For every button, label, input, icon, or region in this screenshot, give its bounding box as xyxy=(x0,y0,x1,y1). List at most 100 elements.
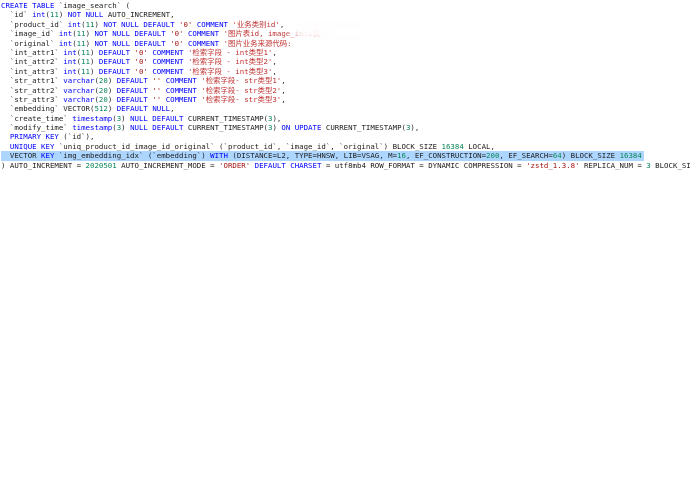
code-token: 20 xyxy=(98,85,108,95)
code-token: BLOCK_SIZE = xyxy=(655,160,690,170)
code-token: '检索字段- str类型2' xyxy=(201,85,282,95)
code-token: `modify_time` xyxy=(1,123,73,133)
line-text: `create_time` timestamp(3) NULL DEFAULT … xyxy=(1,114,690,123)
code-token: int xyxy=(63,66,77,76)
code-token: 11 xyxy=(76,38,86,48)
code-token: `original` xyxy=(1,38,59,48)
code-token: CURRENT_TIMESTAMP( xyxy=(321,123,406,133)
code-token: , xyxy=(272,47,277,57)
code-token: int xyxy=(67,19,82,29)
code-token: DEFAULT xyxy=(116,76,148,86)
code-token: 11 xyxy=(81,66,91,76)
sql-editor[interactable]: CREATE TABLE `image_search` ( `id` int(1… xyxy=(0,0,690,477)
code-line-6[interactable]: `int_attr1` int(11) DEFAULT '0' COMMENT … xyxy=(1,48,690,57)
code-line-8[interactable]: `int_attr3` int(11) DEFAULT '0' COMMENT … xyxy=(1,67,690,76)
line-text: `str_attr2` varchar(20) DEFAULT '' COMME… xyxy=(1,86,690,95)
code-token: COMMENT xyxy=(196,19,228,29)
code-token: int xyxy=(32,10,46,20)
code-token: DEFAULT xyxy=(116,85,148,95)
line-text: `str_attr1` varchar(20) DEFAULT '' COMME… xyxy=(1,76,690,85)
line-text: `id` int(11) NOT NULL AUTO_INCREMENT, xyxy=(1,10,690,19)
code-token: , EF_CONSTRUCTION= xyxy=(405,151,487,161)
code-token: 11 xyxy=(76,29,86,39)
code-token: '业务类别id' xyxy=(232,19,280,29)
code-token: COMMENT xyxy=(165,94,197,104)
code-line-12[interactable]: `embedding` VECTOR(512) DEFAULT NULL, xyxy=(1,104,690,113)
code-token: `str_attr3` xyxy=(1,94,64,104)
code-token: '检索字段 - int类型3' xyxy=(187,66,273,76)
code-token: ) xyxy=(90,47,99,57)
code-token: (DISTANCE=L2, TYPE=HNSW, LIB=VSAG, M= xyxy=(227,151,398,161)
code-token: `id` xyxy=(1,10,33,20)
code-token: 2020501 xyxy=(85,160,117,170)
code-line-16[interactable]: UNIQUE KEY `uniq_product_id_image_id_ori… xyxy=(1,142,690,151)
code-token: `str_attr2` xyxy=(1,85,64,95)
code-token: `str_attr1` xyxy=(1,76,64,86)
code-line-15[interactable]: PRIMARY KEY (`id`), xyxy=(1,132,690,141)
code-line-10[interactable]: `str_attr2` varchar(20) DEFAULT '' COMME… xyxy=(1,86,690,95)
redaction-blur xyxy=(282,25,457,37)
code-token: timestamp xyxy=(72,113,113,123)
code-token: DEFAULT xyxy=(98,47,131,57)
code-token: `image_search` ( xyxy=(54,1,131,10)
code-token: , EF_SEARCH= xyxy=(499,151,553,161)
code-token: 11 xyxy=(81,47,91,57)
code-line-2[interactable]: `id` int(11) NOT NULL AUTO_INCREMENT, xyxy=(1,10,690,19)
code-line-1[interactable]: CREATE TABLE `image_search` ( xyxy=(1,1,690,10)
code-line-9[interactable]: `str_attr1` varchar(20) DEFAULT '' COMME… xyxy=(1,76,690,85)
line-text: CREATE TABLE `image_search` ( xyxy=(1,1,690,10)
code-token: NOT NULL DEFAULT xyxy=(94,29,166,39)
line-text: PRIMARY KEY (`id`), xyxy=(1,132,690,141)
code-token: DEFAULT CHARSET xyxy=(254,160,322,170)
code-token: `create_time` xyxy=(1,113,73,123)
code-token: '图片业务来源代码: xyxy=(223,38,292,48)
code-line-18[interactable]: ) AUTO_INCREMENT = 2020501 AUTO_INCREMEN… xyxy=(1,161,690,170)
code-token: '' xyxy=(152,76,162,86)
code-token: 16384 xyxy=(441,141,464,151)
code-token: int xyxy=(58,29,73,39)
code-token: `int_attr2` xyxy=(1,57,64,67)
code-token: WITH xyxy=(210,151,228,161)
code-token: 'ORDER' xyxy=(219,160,251,170)
code-token: ) xyxy=(58,10,68,20)
code-token: DEFAULT NULL xyxy=(116,104,171,114)
code-line-11[interactable]: `str_attr3` varchar(20) DEFAULT '' COMME… xyxy=(1,95,690,104)
code-token: COMMENT xyxy=(152,47,184,57)
code-token: varchar xyxy=(63,94,95,104)
code-token: NULL DEFAULT xyxy=(130,123,184,133)
line-text: UNIQUE KEY `uniq_product_id_image_id_ori… xyxy=(1,142,690,151)
code-line-5[interactable]: `original` int(11) NOT NULL DEFAULT '0' … xyxy=(1,39,690,48)
code-token: '0' xyxy=(179,19,193,29)
code-token: varchar xyxy=(63,85,95,95)
code-token: NOT NULL xyxy=(67,10,104,20)
code-token: NOT NULL DEFAULT xyxy=(103,19,175,29)
line-text: `int_attr3` int(11) DEFAULT '0' COMMENT … xyxy=(1,67,690,76)
code-token: COMMENT xyxy=(187,38,220,48)
code-token: CREATE TABLE xyxy=(1,1,55,10)
code-token: '检索字段- str类型1' xyxy=(201,76,282,86)
code-token: '0' xyxy=(170,38,184,48)
code-token: LOCAL, xyxy=(463,141,495,151)
code-line-17[interactable]: VECTOR KEY `img_embedding_idx` (`embeddi… xyxy=(1,151,690,161)
code-token: int xyxy=(58,38,73,48)
line-text: `str_attr3` varchar(20) DEFAULT '' COMME… xyxy=(1,95,690,104)
code-token: 20 xyxy=(98,94,108,104)
code-token: UNIQUE KEY xyxy=(9,141,55,151)
code-token: ), xyxy=(410,123,420,133)
code-token: 11 xyxy=(81,57,91,67)
code-line-7[interactable]: `int_attr2` int(11) DEFAULT '0' COMMENT … xyxy=(1,57,690,66)
code-line-14[interactable]: `modify_time` timestamp(3) NULL DEFAULT … xyxy=(1,123,690,132)
code-token: CURRENT_TIMESTAMP( xyxy=(183,113,269,123)
code-token: `embedding` VECTOR( xyxy=(1,104,95,114)
code-token: int xyxy=(63,47,77,57)
code-token: ) xyxy=(121,123,131,133)
line-text: `int_attr1` int(11) DEFAULT '0' COMMENT … xyxy=(1,48,690,57)
code-token: `img_embedding_idx` (`embedding`) xyxy=(54,151,211,161)
line-text: `embedding` VECTOR(512) DEFAULT NULL, xyxy=(1,104,690,113)
code-line-13[interactable]: `create_time` timestamp(3) NULL DEFAULT … xyxy=(1,114,690,123)
code-token: DEFAULT xyxy=(98,57,131,67)
code-token: 16384 xyxy=(619,151,642,161)
line-text: ) AUTO_INCREMENT = 2020501 AUTO_INCREMEN… xyxy=(1,161,690,170)
code-token: DEFAULT xyxy=(98,66,131,76)
